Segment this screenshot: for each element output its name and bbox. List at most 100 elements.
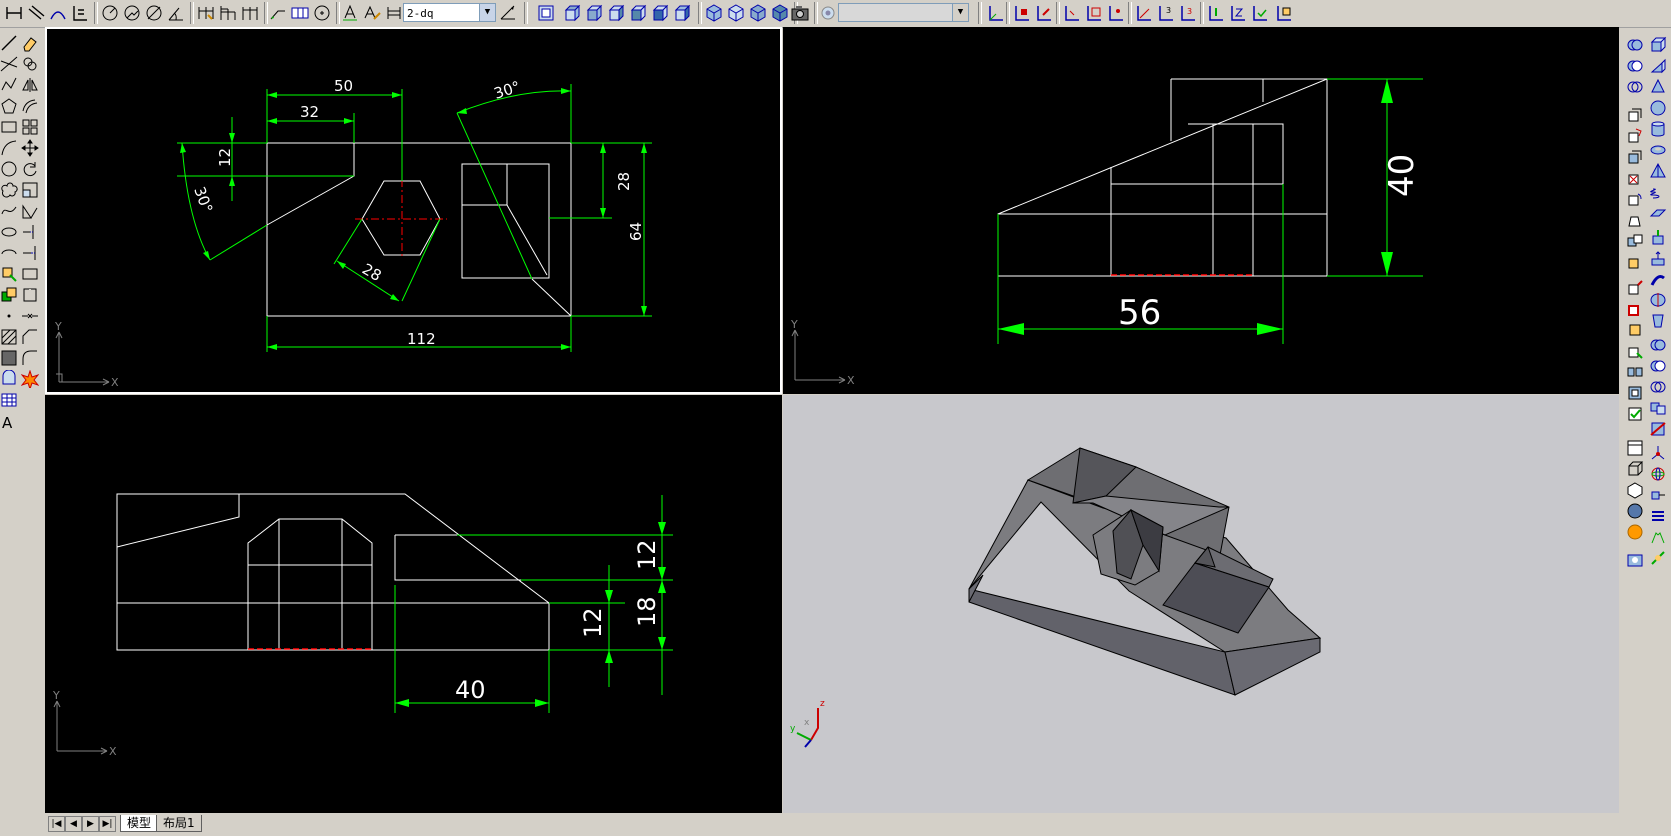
ucs-view-icon[interactable] [1084,3,1104,23]
box-wire-icon[interactable] [1626,460,1644,478]
color-edges-icon[interactable] [1626,300,1644,318]
ucs-x-icon[interactable]: 3 [1178,3,1198,23]
copy-edges-icon[interactable] [1626,279,1644,297]
array-icon[interactable] [21,118,39,136]
front-view-icon[interactable] [650,3,670,23]
ellipse-arc-icon[interactable] [0,244,18,262]
ucs-object-icon[interactable] [1062,3,1082,23]
aligned-dim-icon[interactable] [26,3,46,23]
3d-move-icon[interactable] [1649,444,1667,462]
torus-icon[interactable] [1649,141,1667,159]
rotate-faces-icon[interactable] [1626,190,1644,208]
fillet-icon[interactable] [21,349,39,367]
mtext-icon[interactable]: A [0,413,18,431]
move-icon[interactable] [21,139,39,157]
offset-icon[interactable] [21,97,39,115]
ucs-face-icon[interactable] [1034,3,1054,23]
ucs-named-icon[interactable] [1274,3,1294,23]
sweep-icon[interactable] [1649,270,1667,288]
tolerance-icon[interactable] [290,3,310,23]
viewport-iso[interactable]: z y x [783,395,1619,813]
ucs-previous-icon[interactable] [1012,3,1032,23]
ordinate-dim-icon[interactable] [70,3,90,23]
next-tab-icon[interactable]: ▶ [82,816,99,832]
top-view-icon[interactable] [562,3,582,23]
dimedit-icon[interactable] [340,3,360,23]
copy-faces-icon[interactable] [1626,232,1644,250]
3d-array-icon[interactable] [1649,507,1667,525]
hatch-icon[interactable] [0,328,18,346]
dimstyle-icon[interactable] [498,3,518,23]
view-toolbar-icon[interactable] [1626,439,1644,457]
viewport-front[interactable]: 50 32 12 30° 30° 28 64 28 112 Y X [45,27,782,394]
trim-icon[interactable] [21,223,39,241]
gradient-icon[interactable] [0,349,18,367]
loft-icon[interactable] [1649,312,1667,330]
dim-update-icon[interactable] [384,3,404,23]
spline-icon[interactable] [0,202,18,220]
delete-faces-icon[interactable] [1626,169,1644,187]
union-icon[interactable] [1626,36,1644,54]
back-view-icon[interactable] [672,3,692,23]
mirror-icon[interactable] [21,76,39,94]
first-tab-icon[interactable]: |◀ [48,816,65,832]
planar-surface-icon[interactable] [1649,204,1667,222]
presspull-icon[interactable] [1649,249,1667,267]
rotate-icon[interactable] [21,160,39,178]
subtract-icon[interactable] [1626,57,1644,75]
camera-icon[interactable] [790,3,810,23]
revolve-icon[interactable] [1649,291,1667,309]
ucs-world-icon[interactable] [986,3,1006,23]
line-icon[interactable] [0,34,18,52]
3d-section-icon[interactable] [1649,549,1667,567]
insert-block-icon[interactable] [0,265,18,283]
chamfer-icon[interactable] [21,328,39,346]
prev-tab-icon[interactable]: ◀ [65,816,82,832]
baseline-dim-icon[interactable] [218,3,238,23]
ellipse-icon[interactable] [0,223,18,241]
ne-iso-icon[interactable] [748,3,768,23]
shaded-icon[interactable] [1626,502,1644,520]
ucs-origin-icon[interactable] [1106,3,1126,23]
radius-dim-icon[interactable] [100,3,120,23]
construction-line-icon[interactable] [0,55,18,73]
ucs-apply-icon[interactable] [1250,3,1270,23]
region-icon[interactable] [0,370,18,388]
continue-dim-icon[interactable] [240,3,260,23]
join-icon[interactable] [21,307,39,325]
3d-rotate-icon[interactable] [1649,465,1667,483]
left-view-icon[interactable] [606,3,626,23]
bottom-view-icon[interactable] [584,3,604,23]
intersect-icon[interactable] [1626,78,1644,96]
dimtedit-icon[interactable] [362,3,382,23]
3d-align-icon[interactable] [1649,486,1667,504]
polygon-icon[interactable] [0,97,18,115]
slice-icon[interactable] [1649,420,1667,438]
stretch-icon[interactable] [21,202,39,220]
check-icon[interactable] [1626,405,1644,423]
nw-iso-icon[interactable] [770,3,790,23]
ucs-y-icon[interactable] [1206,3,1226,23]
scale-icon[interactable] [21,181,39,199]
separate-icon[interactable] [1626,363,1644,381]
chevron-down-icon[interactable]: ▼ [479,4,495,21]
helix-icon[interactable] [1649,183,1667,201]
offset-faces-icon[interactable] [1626,148,1644,166]
extend-icon[interactable] [21,244,39,262]
ucs-icon[interactable] [536,3,556,23]
polyline-icon[interactable] [0,76,18,94]
ucs-zaxis-icon[interactable] [1134,3,1154,23]
color-faces-icon[interactable] [1626,253,1644,271]
realistic-icon[interactable] [1626,551,1644,569]
make-block-icon[interactable] [0,286,18,304]
extrude-icon[interactable] [1649,228,1667,246]
circle-icon[interactable] [0,160,18,178]
subtract-icon[interactable] [1649,357,1667,375]
break-at-point-icon[interactable] [21,265,39,283]
extrude-faces-icon[interactable] [1626,106,1644,124]
break-icon[interactable] [21,286,39,304]
table-icon[interactable] [0,391,18,409]
sphere-icon[interactable] [1649,99,1667,117]
center-mark-icon[interactable] [312,3,332,23]
tab-model[interactable]: 模型 [120,815,159,832]
